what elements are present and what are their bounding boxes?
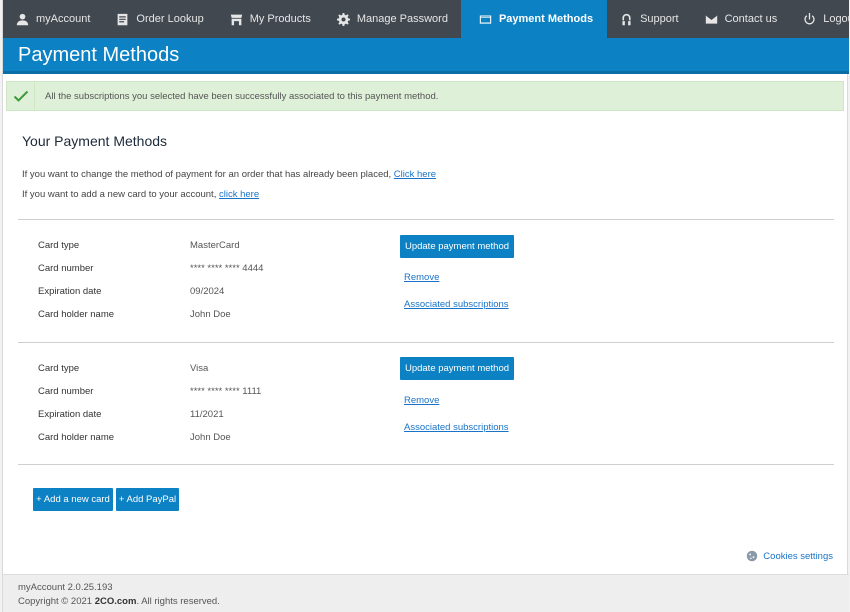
user-icon <box>16 13 29 25</box>
card-number-value: **** **** **** 1111 <box>190 386 262 397</box>
add-paypal-button[interactable]: + Add PayPal <box>116 488 179 511</box>
top-nav: myAccount Order Lookup My Products Manag… <box>3 0 850 38</box>
change-payment-text: If you want to change the method of paym… <box>22 169 394 180</box>
add-card-link[interactable]: click here <box>219 189 259 200</box>
holder-label: Card holder name <box>38 309 115 320</box>
checkmark-icon <box>13 90 28 102</box>
alert-message: All the subscriptions you selected have … <box>45 90 439 102</box>
expiration-label: Expiration date <box>38 286 102 297</box>
page-title: Payment Methods <box>18 44 180 66</box>
nav-my-products[interactable]: My Products <box>217 0 324 38</box>
divider <box>18 464 834 465</box>
card-type-value: MasterCard <box>190 240 240 251</box>
expiration-label: Expiration date <box>38 409 102 420</box>
remove-link[interactable]: Remove <box>404 395 439 406</box>
holder-value: John Doe <box>190 432 231 443</box>
cookies-settings-label: Cookies settings <box>763 550 833 562</box>
add-card-text: If you want to add a new card to your ac… <box>22 189 219 200</box>
add-card-info: If you want to add a new card to your ac… <box>22 189 259 200</box>
credit-card-icon <box>479 14 492 24</box>
nav-contact-us[interactable]: Contact us <box>692 0 791 38</box>
card-number-label: Card number <box>38 386 94 397</box>
cookie-icon <box>747 550 758 562</box>
copyright-prefix: Copyright © 2021 <box>18 596 95 607</box>
nav-order-lookup[interactable]: Order Lookup <box>103 0 216 38</box>
footer: myAccount 2.0.25.193 Copyright © 2021 2C… <box>3 574 849 612</box>
expiration-value: 11/2021 <box>190 409 224 420</box>
nav-manage-password[interactable]: Manage Password <box>324 0 461 38</box>
copyright-text: Copyright © 2021 2CO.com. All rights res… <box>18 596 220 607</box>
card-type-value: Visa <box>190 363 209 374</box>
change-payment-link[interactable]: Click here <box>394 169 436 180</box>
nav-support-label: Support <box>640 13 679 25</box>
expiration-value: 09/2024 <box>190 286 225 297</box>
update-payment-method-button[interactable]: Update payment method <box>400 357 514 380</box>
update-payment-method-button[interactable]: Update payment method <box>400 235 514 258</box>
nav-logout[interactable]: Logout <box>790 0 850 38</box>
divider <box>18 219 834 220</box>
nav-logout-label: Logout <box>823 13 850 25</box>
change-payment-info: If you want to change the method of paym… <box>22 169 436 180</box>
associated-subscriptions-link[interactable]: Associated subscriptions <box>404 299 509 310</box>
nav-my-products-label: My Products <box>249 13 311 25</box>
section-title: Your Payment Methods <box>22 133 168 149</box>
success-alert: All the subscriptions you selected have … <box>6 81 844 111</box>
nav-payment-methods[interactable]: Payment Methods <box>460 0 608 38</box>
nav-myaccount[interactable]: myAccount <box>3 0 103 38</box>
gear-icon <box>336 12 350 26</box>
card-number-label: Card number <box>38 263 94 274</box>
page-header: Payment Methods <box>3 38 849 74</box>
nav-contact-us-label: Contact us <box>724 13 778 25</box>
power-icon <box>804 12 815 24</box>
card-type-label: Card type <box>38 363 80 374</box>
nav-payment-methods-label: Payment Methods <box>498 13 594 25</box>
add-new-card-button[interactable]: + Add a new card <box>33 488 113 511</box>
envelope-icon <box>705 14 717 24</box>
nav-support[interactable]: Support <box>607 0 692 38</box>
document-icon <box>118 13 128 25</box>
app-frame: myAccount Order Lookup My Products Manag… <box>2 0 850 612</box>
remove-link[interactable]: Remove <box>404 272 439 283</box>
alert-check-container <box>7 82 35 110</box>
divider <box>18 342 834 343</box>
copyright-brand: 2CO.com <box>94 596 137 607</box>
holder-label: Card holder name <box>38 432 115 443</box>
store-icon <box>230 14 242 25</box>
version-text: myAccount 2.0.25.193 <box>18 582 113 593</box>
nav-myaccount-label: myAccount <box>36 13 91 25</box>
nav-order-lookup-label: Order Lookup <box>136 13 204 25</box>
copyright-suffix: . All rights reserved. <box>136 596 220 607</box>
card-type-label: Card type <box>38 240 80 251</box>
associated-subscriptions-link[interactable]: Associated subscriptions <box>404 422 509 433</box>
cookies-settings-link[interactable]: Cookies settings <box>746 550 833 562</box>
nav-manage-password-label: Manage Password <box>356 13 448 25</box>
holder-value: John Doe <box>190 309 231 320</box>
support-icon <box>622 13 631 25</box>
card-number-value: **** **** **** 4444 <box>190 263 264 274</box>
